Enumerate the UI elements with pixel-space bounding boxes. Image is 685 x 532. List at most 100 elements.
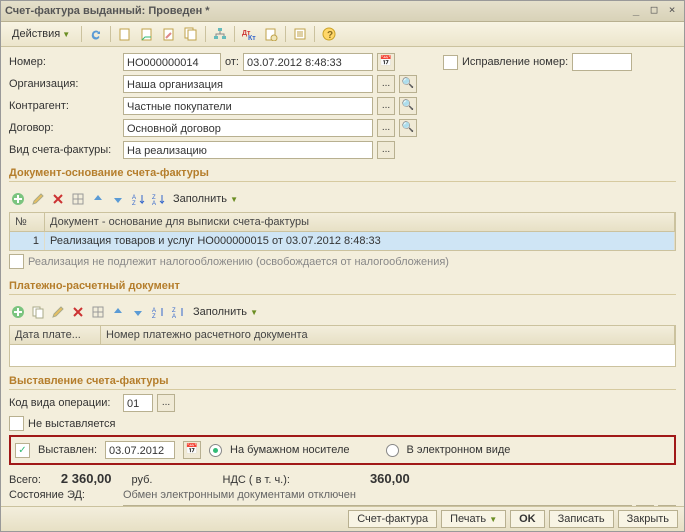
select-button[interactable]: ...: [377, 119, 395, 137]
basis-grid[interactable]: № Документ - основание для выписки счета…: [9, 212, 676, 251]
move-up-icon[interactable]: [109, 303, 127, 321]
col-doc-header: Документ - основание для выписки счета-ф…: [45, 213, 675, 231]
select-button[interactable]: ...: [377, 75, 395, 93]
op-code-input[interactable]: 01: [123, 394, 153, 412]
help-icon[interactable]: ?: [319, 24, 339, 44]
op-code-label: Код вида операции:: [9, 397, 119, 409]
maximize-button[interactable]: □: [646, 4, 662, 18]
add-icon[interactable]: [9, 303, 27, 321]
issued-checkbox[interactable]: ✓: [15, 443, 30, 458]
chevron-down-icon: ▼: [250, 308, 258, 317]
svg-text:A: A: [172, 314, 176, 319]
chevron-down-icon: ▼: [230, 195, 238, 204]
correction-input[interactable]: [572, 53, 632, 71]
calendar-icon[interactable]: 📅: [377, 53, 395, 71]
table-row[interactable]: 1 Реализация товаров и услуг НО000000015…: [10, 232, 675, 250]
date-input[interactable]: 03.07.2012 8:48:33: [243, 53, 373, 71]
chevron-down-icon: ▼: [489, 515, 497, 524]
fill-menu[interactable]: Заполнить ▼: [189, 306, 262, 318]
sort-desc-icon[interactable]: ZA: [149, 190, 167, 208]
move-down-icon[interactable]: [109, 190, 127, 208]
copy-row-icon[interactable]: [29, 303, 47, 321]
post-icon[interactable]: [137, 24, 157, 44]
sort-asc-icon[interactable]: AZ: [129, 190, 147, 208]
ok-button[interactable]: OK: [510, 510, 545, 528]
select-button[interactable]: ...: [377, 141, 395, 159]
issue-highlight: ✓ Выставлен: 03.07.2012 📅 На бумажном но…: [9, 435, 676, 465]
dogovor-label: Договор:: [9, 122, 119, 134]
search-icon[interactable]: 🔍: [399, 119, 417, 137]
edit-icon[interactable]: [29, 190, 47, 208]
cell-doc: Реализация товаров и услуг НО000000015 о…: [45, 232, 675, 250]
dk-icon[interactable]: ДтКт: [239, 24, 259, 44]
calendar-icon[interactable]: 📅: [183, 441, 201, 459]
number-label: Номер:: [9, 56, 119, 68]
edit-icon[interactable]: [49, 303, 67, 321]
close-button[interactable]: Закрыть: [618, 510, 678, 528]
section-pay: Платежно-расчетный документ: [9, 276, 676, 295]
copy-icon[interactable]: [181, 24, 201, 44]
close-window-button[interactable]: ×: [664, 4, 680, 18]
radio-electronic[interactable]: [386, 444, 399, 457]
select-button[interactable]: ...: [377, 97, 395, 115]
kind-input[interactable]: На реализацию: [123, 141, 373, 159]
new-icon[interactable]: [115, 24, 135, 44]
delete-icon[interactable]: [49, 190, 67, 208]
move-down-icon[interactable]: [129, 303, 147, 321]
sort-desc-icon[interactable]: ZA: [169, 303, 187, 321]
refresh-icon[interactable]: [86, 24, 106, 44]
delete-icon[interactable]: [69, 303, 87, 321]
radio-paper-label: На бумажном носителе: [230, 444, 349, 456]
list-icon[interactable]: [290, 24, 310, 44]
search-icon[interactable]: 🔍: [399, 75, 417, 93]
write-button[interactable]: Записать: [549, 510, 614, 528]
svg-text:Z: Z: [132, 201, 136, 206]
section-basis: Документ-основание счета-фактуры: [9, 163, 676, 182]
actions-label: Действия: [12, 28, 60, 40]
print-button[interactable]: Печать ▼: [441, 510, 506, 528]
chevron-down-icon: ▼: [62, 30, 70, 39]
svg-text:Z: Z: [152, 314, 156, 319]
issued-label: Выставлен:: [38, 444, 97, 456]
from-label: от:: [225, 56, 239, 68]
section-issue: Выставление счета-фактуры: [9, 371, 676, 390]
fill-menu[interactable]: Заполнить ▼: [169, 193, 242, 205]
issued-date-input[interactable]: 03.07.2012: [105, 441, 175, 459]
grid-icon[interactable]: [89, 303, 107, 321]
radio-paper[interactable]: [209, 444, 222, 457]
select-button[interactable]: ...: [157, 394, 175, 412]
invoice-button[interactable]: Счет-фактура: [348, 510, 437, 528]
contr-input[interactable]: Частные покупатели: [123, 97, 373, 115]
radio-elec-label: В электронном виде: [407, 444, 511, 456]
correction-checkbox[interactable]: [443, 55, 458, 70]
cell-n: 1: [10, 232, 45, 250]
actions-menu[interactable]: Действия ▼: [5, 25, 77, 43]
nds-value: 360,00: [370, 471, 410, 486]
correction-label: Исправление номер:: [462, 56, 568, 68]
total-value: 2 360,00: [61, 471, 112, 486]
currency-label: руб.: [132, 474, 153, 486]
dogovor-input[interactable]: Основной договор: [123, 119, 373, 137]
minimize-button[interactable]: _: [628, 4, 644, 18]
svg-text:Кт: Кт: [248, 35, 256, 41]
payment-grid[interactable]: Дата плате... Номер платежно расчетного …: [9, 325, 676, 367]
structure-icon[interactable]: [210, 24, 230, 44]
number-input[interactable]: НО000000014: [123, 53, 221, 71]
grid-icon[interactable]: [69, 190, 87, 208]
col-date-header: Дата плате...: [10, 326, 101, 344]
ed-status: Обмен электронными документами отключен: [123, 489, 356, 501]
navigate-icon[interactable]: [159, 24, 179, 44]
org-input[interactable]: Наша организация: [123, 75, 373, 93]
col-n-header: №: [10, 213, 45, 231]
tax-exempt-checkbox[interactable]: [9, 254, 24, 269]
svg-text:?: ?: [327, 30, 333, 41]
ed-status-label: Состояние ЭД:: [9, 489, 119, 501]
search-icon[interactable]: 🔍: [399, 97, 417, 115]
not-issued-checkbox[interactable]: [9, 416, 24, 431]
add-icon[interactable]: [9, 190, 27, 208]
doc-link-icon[interactable]: [261, 24, 281, 44]
nds-label: НДС ( в т. ч.):: [223, 474, 290, 486]
move-up-icon[interactable]: [89, 190, 107, 208]
sort-asc-icon[interactable]: AZ: [149, 303, 167, 321]
kind-label: Вид счета-фактуры:: [9, 144, 119, 156]
